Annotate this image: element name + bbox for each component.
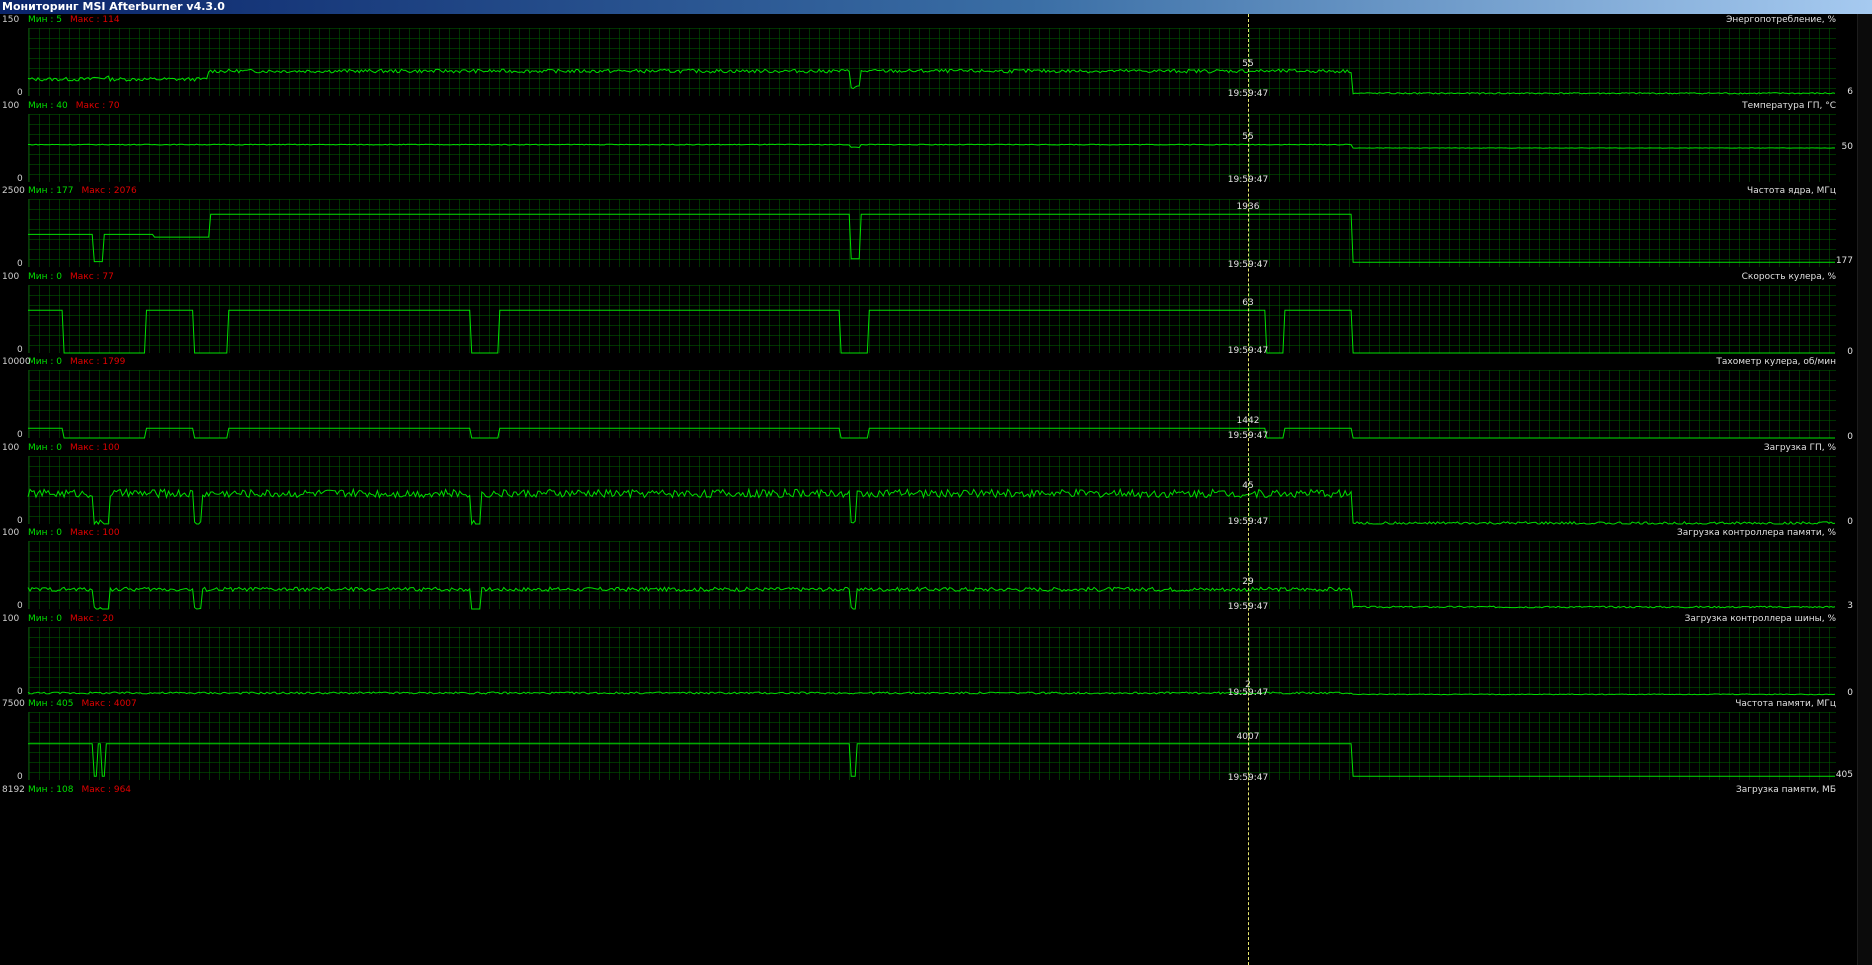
graph-name: Скорость кулера, % xyxy=(1741,271,1836,282)
max-value: Макс : 114 xyxy=(69,15,120,25)
graph-line-chart xyxy=(28,213,1835,263)
y-axis-max: 100 xyxy=(2,271,20,282)
y-axis-max: 150 xyxy=(2,15,20,25)
current-value: 0 xyxy=(1847,346,1853,357)
y-axis-min: 0 xyxy=(17,173,23,184)
y-axis-max: 10000 xyxy=(2,357,31,367)
y-axis-min: 0 xyxy=(17,88,23,98)
series-line xyxy=(28,143,1836,149)
max-value: Макс : 2076 xyxy=(81,186,137,196)
series-line xyxy=(27,690,1836,695)
graph-name: Энергопотребление, % xyxy=(1726,15,1836,25)
y-axis-max: 8192 xyxy=(2,784,25,795)
graph-line-chart xyxy=(28,427,1835,439)
graph-name: Тахометр кулера, об/мин xyxy=(1716,357,1836,367)
min-value: Мин : 405 xyxy=(28,699,74,709)
series-line xyxy=(28,743,1835,777)
min-value: Мин : 0 xyxy=(28,442,62,453)
time-cursor-line[interactable] xyxy=(1248,14,1249,965)
current-value: 50 xyxy=(1841,141,1853,152)
graph-line-chart xyxy=(28,143,1836,149)
min-max-readout: Мин : 40 Макс : 70 xyxy=(28,101,120,111)
y-axis-max: 100 xyxy=(2,528,20,538)
graph-panel[interactable]: Мин : 108 Макс : 964 Загрузка памяти, МБ 81… xyxy=(0,784,1872,804)
graph-line-chart xyxy=(27,690,1836,695)
min-value: Мин : 177 xyxy=(28,186,74,196)
graph-name: Частота ядра, МГц xyxy=(1747,186,1836,196)
current-value: 405 xyxy=(1835,770,1853,781)
series-line xyxy=(27,487,1836,526)
y-axis-min: 0 xyxy=(17,772,23,782)
current-value: 6 xyxy=(1847,87,1853,98)
graph-line-chart xyxy=(27,68,1836,95)
current-value: 0 xyxy=(1847,516,1853,527)
current-value: 177 xyxy=(1835,256,1853,267)
y-axis-max: 100 xyxy=(2,442,20,453)
min-max-readout: Мин : 405 Макс : 4007 xyxy=(28,699,137,709)
y-axis-min: 0 xyxy=(17,515,23,526)
min-value: Мин : 0 xyxy=(28,613,62,624)
graph-line-chart xyxy=(28,309,1835,353)
min-value: Мин : 0 xyxy=(28,357,62,367)
min-value: Мин : 0 xyxy=(28,271,62,282)
y-axis-max: 7500 xyxy=(2,699,25,709)
graph-name: Загрузка контроллера памяти, % xyxy=(1676,528,1836,538)
y-axis-min: 0 xyxy=(17,259,23,269)
max-value: Макс : 100 xyxy=(69,528,120,538)
y-axis-max: 100 xyxy=(2,100,20,111)
graph-name: Загрузка памяти, МБ xyxy=(1735,784,1836,795)
series-line xyxy=(28,427,1835,439)
max-value: Макс : 100 xyxy=(69,442,120,453)
min-max-readout: Мин : 108 Макс : 964 xyxy=(28,785,131,795)
y-axis-min: 0 xyxy=(17,601,23,611)
graph-name: Частота памяти, МГц xyxy=(1735,699,1836,709)
window-title: Мониторинг MSI Afterburner v4.3.0 xyxy=(0,0,1872,14)
min-max-readout: Мин : 5 Макс : 114 xyxy=(28,15,120,25)
y-axis-max: 100 xyxy=(2,613,20,624)
min-value: Мин : 0 xyxy=(28,528,62,538)
vertical-scrollbar[interactable] xyxy=(1857,14,1872,965)
current-value: 3 xyxy=(1847,600,1853,611)
graph-line-chart xyxy=(27,487,1836,526)
y-axis-min: 0 xyxy=(17,344,23,355)
min-max-readout: Мин : 0 Макс : 77 xyxy=(28,272,114,282)
y-axis-min: 0 xyxy=(17,686,23,697)
max-value: Макс : 4007 xyxy=(81,699,137,709)
current-value: 0 xyxy=(1847,687,1853,698)
graph-line-chart xyxy=(27,586,1836,610)
graph-name: Загрузка контроллера шины, % xyxy=(1684,613,1836,624)
series-line xyxy=(27,586,1836,610)
min-value: Мин : 5 xyxy=(28,15,62,25)
graph-name: Загрузка ГП, % xyxy=(1763,442,1836,453)
min-value: Мин : 40 xyxy=(28,100,68,111)
max-value: Макс : 77 xyxy=(69,271,114,282)
min-max-readout: Мин : 0 Макс : 20 xyxy=(28,614,114,624)
max-value: Макс : 1799 xyxy=(69,357,126,367)
max-value: Макс : 20 xyxy=(69,613,114,624)
min-max-readout: Мин : 177 Макс : 2076 xyxy=(28,186,137,196)
series-line xyxy=(27,68,1836,95)
series-line xyxy=(28,213,1835,263)
y-axis-max: 2500 xyxy=(2,186,25,196)
graph-line-chart xyxy=(28,743,1835,777)
max-value: Макс : 70 xyxy=(75,100,120,111)
current-value: 0 xyxy=(1847,432,1853,442)
min-value: Мин : 108 xyxy=(28,784,74,795)
max-value: Макс : 964 xyxy=(81,784,132,795)
min-max-readout: Мин : 0 Макс : 1799 xyxy=(28,357,125,367)
min-max-readout: Мин : 0 Макс : 100 xyxy=(28,528,120,538)
graph-name: Температура ГП, °C xyxy=(1742,100,1836,111)
y-axis-min: 0 xyxy=(17,430,23,440)
series-line xyxy=(28,309,1835,353)
min-max-readout: Мин : 0 Макс : 100 xyxy=(28,443,120,453)
